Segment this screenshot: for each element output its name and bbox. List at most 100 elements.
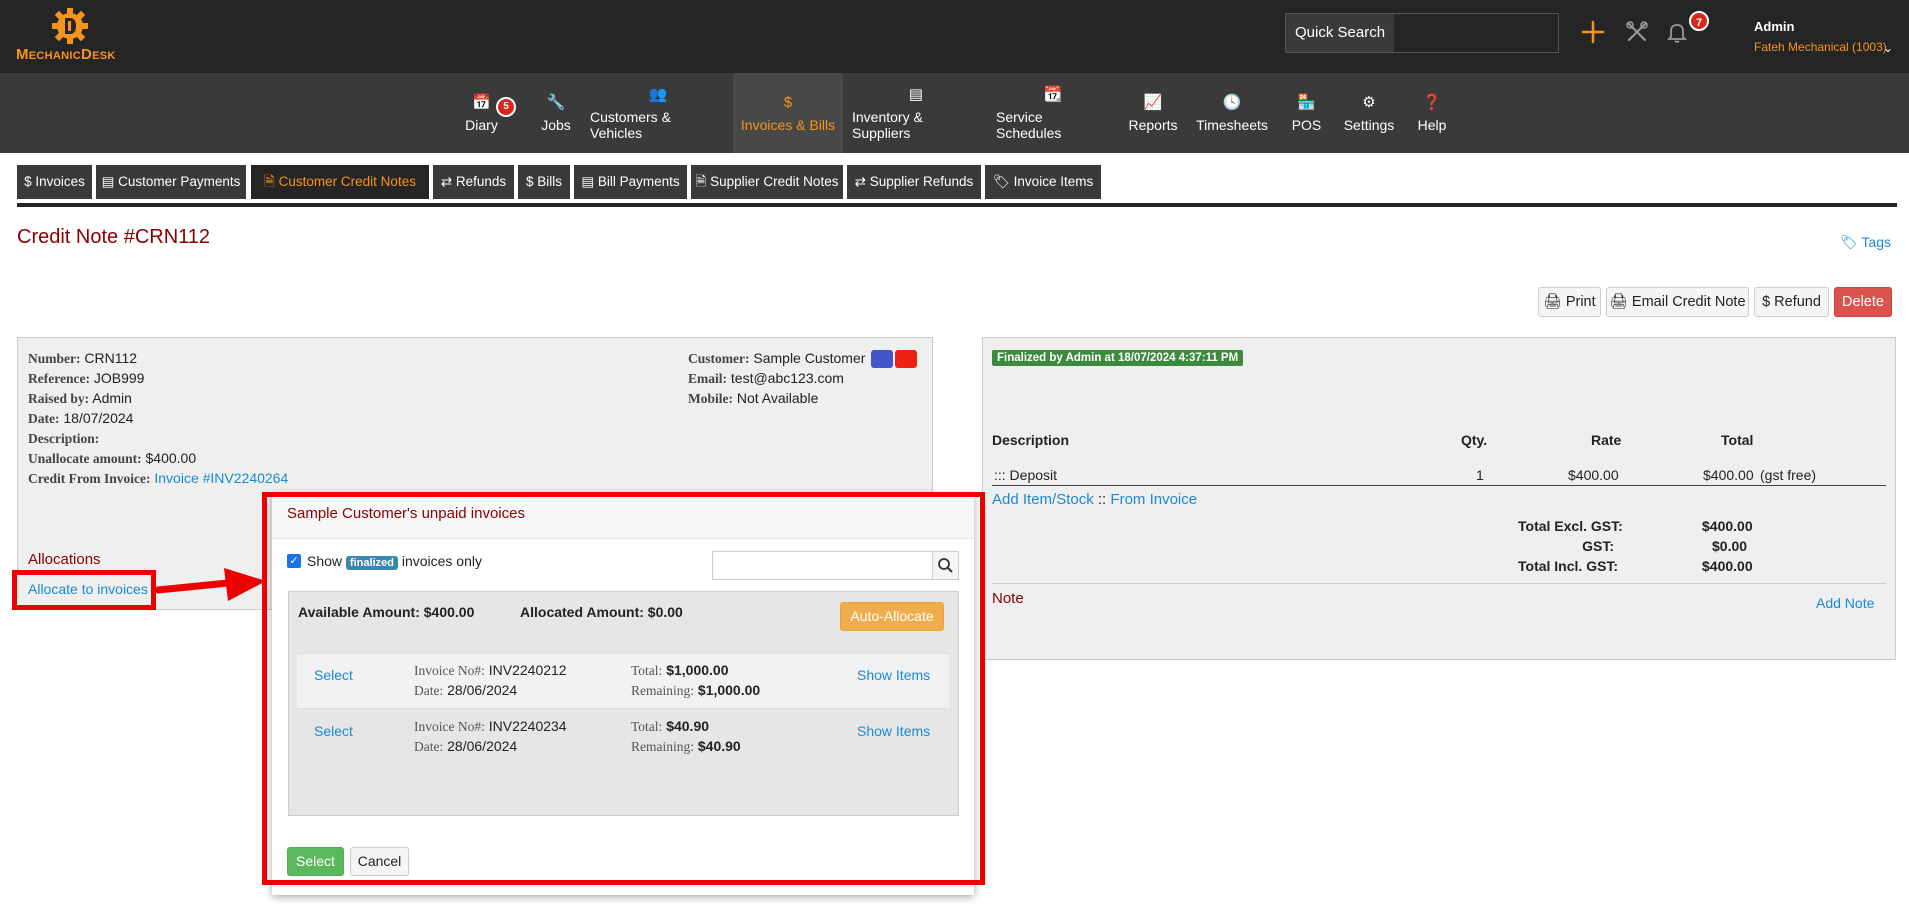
annotation-arrow xyxy=(156,568,266,601)
tab-invoice-items[interactable]: 🏷 Invoice Items xyxy=(985,165,1101,199)
nav-customers-vehicles[interactable]: 👥 Customers & Vehicles xyxy=(590,73,726,153)
col-rate: Rate xyxy=(1591,432,1622,448)
email-credit-note-button[interactable]: 🖨 Email Credit Note xyxy=(1606,287,1749,317)
user-name[interactable]: Admin xyxy=(1754,19,1794,34)
description-key: Description: xyxy=(28,431,100,446)
delete-button[interactable]: Delete xyxy=(1834,287,1892,317)
diary-badge: 5 xyxy=(496,97,516,117)
calendar-check-icon: 📆 xyxy=(1043,86,1063,103)
customer-row: Customer: Sample Customer xyxy=(688,350,918,369)
sub-tabs: $ Invoices ▤ Customer Payments 🗎 Custome… xyxy=(17,165,1897,207)
quick-search-input[interactable] xyxy=(1394,14,1558,52)
refund-button[interactable]: $ Refund xyxy=(1754,287,1829,317)
nav-label: Diary xyxy=(465,117,498,133)
tab-customer-payments[interactable]: ▤ Customer Payments xyxy=(96,165,246,199)
from-invoice-link[interactable]: From Invoice xyxy=(1110,491,1197,508)
add-item-row: Add Item/Stock :: From Invoice xyxy=(992,491,1197,508)
reference-key: Reference: xyxy=(28,371,90,386)
plus-icon[interactable] xyxy=(1579,18,1607,46)
total-incl-label: Total Incl. GST: xyxy=(1518,558,1619,574)
question-icon: ❓ xyxy=(1422,94,1442,111)
tab-label: Customer Payments xyxy=(118,174,241,189)
nav-label: Help xyxy=(1417,117,1447,133)
allocations-title: Allocations xyxy=(28,551,101,568)
chevron-down-icon[interactable]: ⌄ xyxy=(1883,41,1893,55)
note-title: Note xyxy=(992,590,1024,607)
col-qty: Qty. xyxy=(1461,432,1488,448)
number-row: Number: CRN112 xyxy=(28,350,137,367)
separator: :: xyxy=(1097,491,1107,508)
credit-from-key: Credit From Invoice: xyxy=(28,471,151,486)
reference-value: JOB999 xyxy=(93,370,145,386)
date-row: Date: 18/07/2024 xyxy=(28,410,133,427)
add-note-link[interactable]: Add Note xyxy=(1816,595,1874,611)
tab-bills[interactable]: $ Bills xyxy=(518,165,570,199)
tab-refunds[interactable]: ⇄ Refunds xyxy=(433,165,514,199)
tab-supplier-refunds[interactable]: ⇄ Supplier Refunds xyxy=(847,165,981,199)
unallocate-key: Unallocate amount: xyxy=(28,451,142,466)
tab-label: Supplier Credit Notes xyxy=(710,174,839,189)
unallocate-value: $400.00 xyxy=(145,450,197,466)
quick-search: Quick Search xyxy=(1285,13,1559,53)
print-icon: 🖨 xyxy=(1609,294,1628,310)
mechanicdesk-logo[interactable]: MechanicDesk xyxy=(16,6,136,66)
mobile-value: Not Available xyxy=(736,390,819,406)
credit-from-invoice-link[interactable]: Invoice #INV2240264 xyxy=(154,470,288,486)
wrench-icon: 🔧 xyxy=(546,94,566,111)
nav-invoices-bills[interactable]: $ Invoices & Bills xyxy=(733,73,843,153)
col-description: Description xyxy=(992,432,1070,448)
inventory-icon: ▤ xyxy=(908,86,924,103)
line-tax: (gst free) xyxy=(1760,467,1817,483)
tab-bill-payments[interactable]: ▤ Bill Payments xyxy=(574,165,687,199)
tags-label: Tags xyxy=(1861,234,1891,250)
nav-label: Customers & Vehicles xyxy=(590,109,671,141)
tag-icon: 🏷 xyxy=(1840,234,1858,250)
date-value: 18/07/2024 xyxy=(63,410,134,426)
email-value: test@abc123.com xyxy=(730,370,844,386)
nav-inventory-suppliers[interactable]: ▤ Inventory & Suppliers xyxy=(852,73,980,153)
nav-help[interactable]: ❓ Help xyxy=(1413,73,1451,153)
print-button[interactable]: 🖨 Print xyxy=(1538,287,1601,317)
nav-label: Invoices & Bills xyxy=(740,117,836,133)
nav-settings[interactable]: ⚙ Settings xyxy=(1342,73,1396,153)
user-org[interactable]: Fateh Mechanical (1003) xyxy=(1754,40,1887,54)
tab-label: Customer Credit Notes xyxy=(278,174,416,189)
print-label: Print xyxy=(1565,294,1596,310)
top-bar: MechanicDesk Quick Search 7 Admin Fateh … xyxy=(0,0,1909,73)
nav-service-schedules[interactable]: 📆 Service Schedules xyxy=(996,73,1110,153)
nav-pos[interactable]: 🏪 POS xyxy=(1288,73,1325,153)
unallocate-row: Unallocate amount: $400.00 xyxy=(28,450,196,467)
customer-value[interactable]: Sample Customer xyxy=(753,350,865,366)
gear-icon: ⚙ xyxy=(1362,94,1376,111)
allocate-to-invoices-link[interactable]: Allocate to invoices xyxy=(28,581,148,597)
nav-reports[interactable]: 📈 Reports xyxy=(1127,73,1179,153)
finalized-badge: Finalized by Admin at 18/07/2024 4:37:11… xyxy=(992,350,1244,366)
raised-by-row: Raised by: Admin xyxy=(28,390,132,407)
add-item-stock-link[interactable]: Add Item/Stock xyxy=(992,491,1094,508)
nav-jobs[interactable]: 🔧 Jobs xyxy=(531,73,581,153)
nav-timesheets[interactable]: 🕓 Timesheets xyxy=(1195,73,1269,153)
tab-customer-credit-notes[interactable]: 🗎 Customer Credit Notes xyxy=(251,165,429,199)
tab-supplier-credit-notes[interactable]: 🗎 Supplier Credit Notes xyxy=(691,165,843,199)
credit-from-row: Credit From Invoice: Invoice #INV2240264 xyxy=(28,470,288,487)
print-icon: 🖨 xyxy=(1543,294,1562,310)
tab-label: Bill Payments xyxy=(597,174,680,189)
dollar-icon: $ xyxy=(783,94,793,111)
bell-icon[interactable] xyxy=(1663,18,1691,46)
tags-link[interactable]: 🏷 Tags xyxy=(1840,234,1891,251)
email-key: Email: xyxy=(688,371,727,386)
line-description[interactable]: ::: Deposit xyxy=(994,467,1057,483)
date-key: Date: xyxy=(28,411,60,426)
nav-label: Inventory & Suppliers xyxy=(852,109,923,141)
logo-text: MechanicDesk xyxy=(16,46,116,63)
modal-highlight-box xyxy=(262,492,985,885)
divider xyxy=(992,485,1886,486)
email-label: Email Credit Note xyxy=(1631,294,1746,310)
tab-invoices[interactable]: $ Invoices xyxy=(17,165,92,199)
col-total: Total xyxy=(1721,432,1754,448)
users-icon: 👥 xyxy=(648,86,668,103)
logo-gear-icon xyxy=(52,8,88,44)
nav-label: Reports xyxy=(1128,117,1178,133)
tools-icon[interactable] xyxy=(1623,18,1651,46)
gst-label: GST: xyxy=(1582,538,1614,554)
